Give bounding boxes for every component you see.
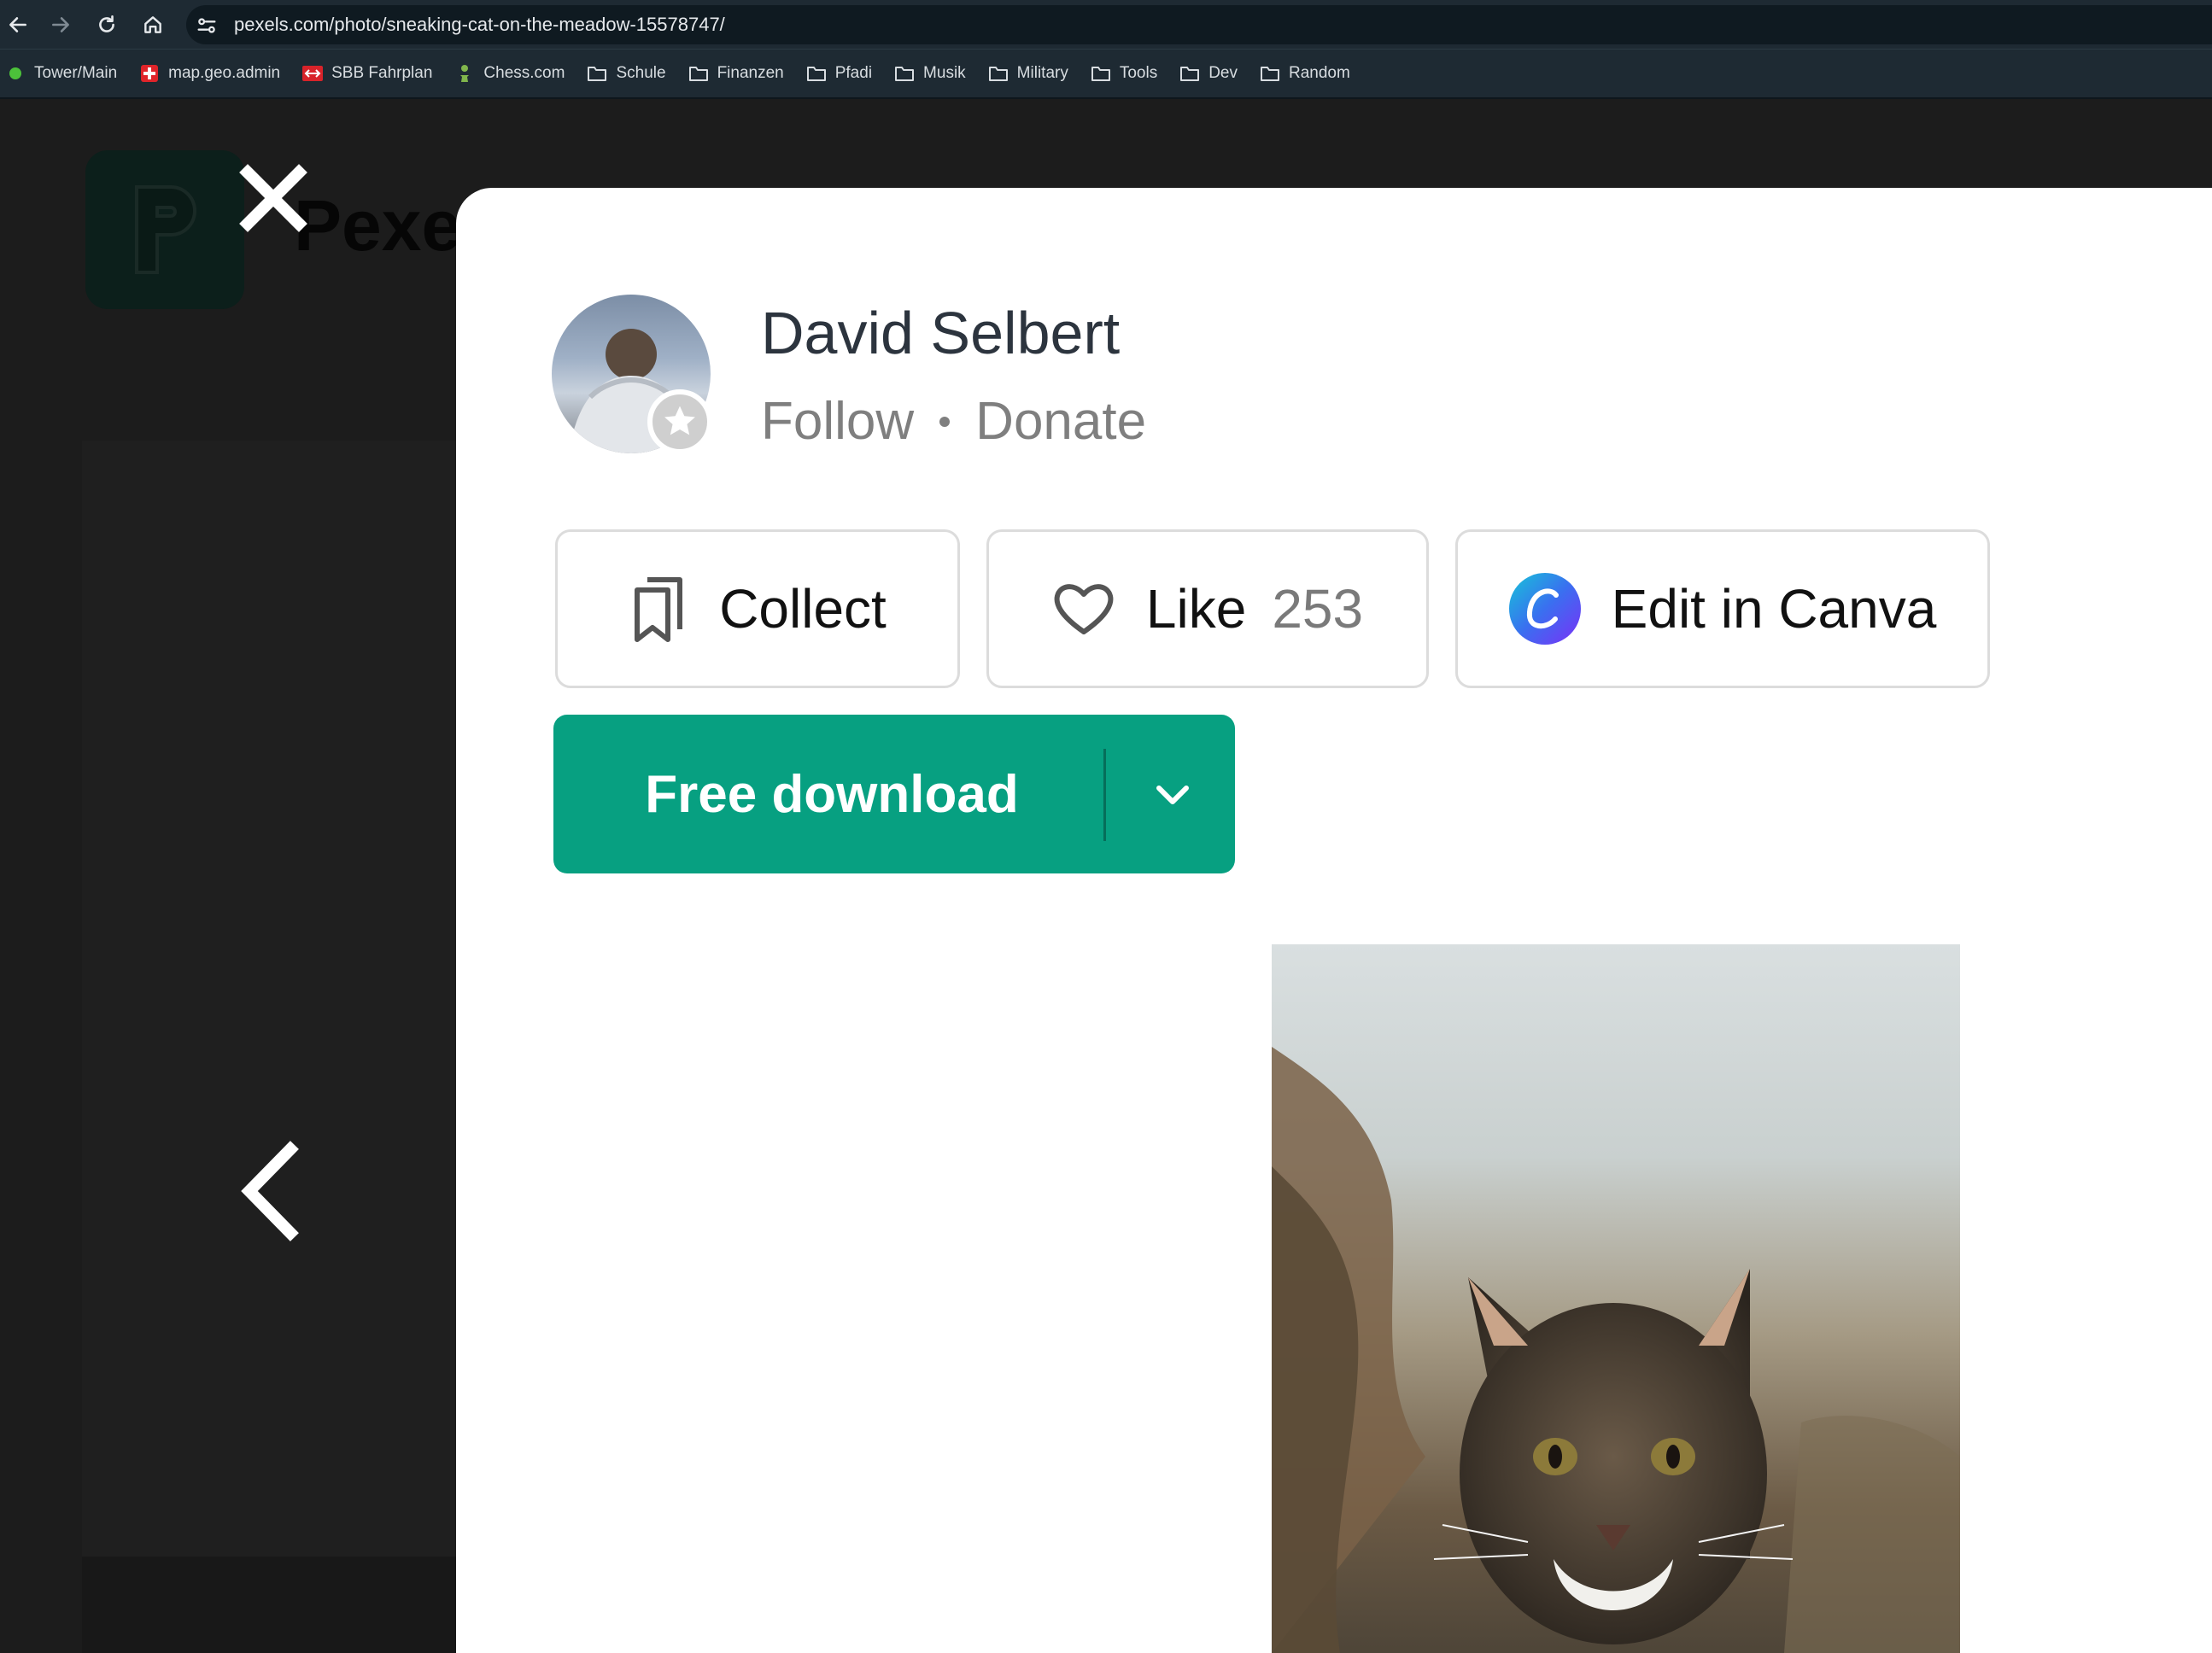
background-photo-area bbox=[82, 441, 458, 1593]
donate-link[interactable]: Donate bbox=[975, 391, 1146, 452]
bookmark-map-geo-admin[interactable]: map.geo.admin bbox=[139, 56, 280, 91]
bookmark-sbb-fahrplan[interactable]: SBB Fahrplan bbox=[302, 56, 432, 91]
collect-label: Collect bbox=[719, 578, 887, 640]
sbb-icon bbox=[302, 63, 324, 84]
arrow-right-icon bbox=[52, 17, 69, 32]
folder-icon bbox=[988, 63, 1009, 84]
pexels-wordmark: Pexe bbox=[294, 185, 462, 266]
free-download-button[interactable]: Free download bbox=[553, 715, 1235, 873]
bookmark-folder-pfadi[interactable]: Pfadi bbox=[806, 56, 872, 91]
previous-photo-button[interactable] bbox=[224, 1136, 309, 1247]
separator-dot bbox=[939, 416, 951, 427]
chess-pawn-icon bbox=[454, 63, 475, 84]
canva-logo-icon bbox=[1508, 573, 1581, 645]
folder-icon bbox=[894, 63, 915, 84]
canva-label: Edit in Canva bbox=[1611, 578, 1937, 640]
bookmark-folder-tools[interactable]: Tools bbox=[1091, 56, 1157, 91]
address-bar[interactable]: pexels.com/photo/sneaking-cat-on-the-mea… bbox=[186, 5, 2212, 44]
heart-icon bbox=[1054, 584, 1114, 634]
bookmarks-bar: Tower/Main map.geo.admin SBB Fahrplan Ch… bbox=[0, 50, 2212, 99]
follow-link[interactable]: Follow bbox=[761, 391, 914, 452]
close-icon bbox=[239, 164, 307, 232]
background-bottom-strip bbox=[82, 1557, 458, 1653]
main-photo[interactable] bbox=[1272, 944, 1960, 1653]
back-button[interactable] bbox=[2, 9, 34, 41]
like-label: Like bbox=[1145, 578, 1247, 640]
bookmark-folder-dev[interactable]: Dev bbox=[1179, 56, 1238, 91]
bookmark-icon bbox=[635, 577, 683, 642]
download-options-button[interactable] bbox=[1110, 715, 1235, 873]
pexels-p-icon bbox=[135, 185, 196, 274]
url-text[interactable]: pexels.com/photo/sneaking-cat-on-the-mea… bbox=[234, 14, 725, 36]
swiss-cross-icon bbox=[139, 63, 160, 84]
reload-button[interactable] bbox=[91, 9, 123, 41]
chevron-down-icon bbox=[1156, 786, 1189, 804]
cat-photo-image bbox=[1272, 1047, 1960, 1653]
bookmark-folder-musik[interactable]: Musik bbox=[894, 56, 966, 91]
edit-in-canva-button[interactable]: Edit in Canva bbox=[1455, 529, 1990, 688]
photo-modal: David Selbert Follow Donate Collect Like… bbox=[456, 188, 2212, 1653]
folder-icon bbox=[1179, 63, 1200, 84]
bookmark-folder-finanzen[interactable]: Finanzen bbox=[688, 56, 784, 91]
reload-icon bbox=[99, 15, 114, 32]
star-icon bbox=[664, 406, 695, 435]
like-count: 253 bbox=[1272, 578, 1364, 640]
bookmark-chess-com[interactable]: Chess.com bbox=[454, 56, 565, 91]
home-button[interactable] bbox=[137, 9, 169, 41]
verified-badge bbox=[647, 389, 712, 454]
folder-icon bbox=[1091, 63, 1111, 84]
folder-icon bbox=[688, 63, 709, 84]
bookmark-folder-schule[interactable]: Schule bbox=[587, 56, 666, 91]
author-actions: Follow Donate bbox=[761, 391, 1146, 452]
folder-icon bbox=[1260, 63, 1280, 84]
like-button[interactable]: Like 253 bbox=[986, 529, 1429, 688]
download-divider bbox=[1103, 749, 1106, 841]
folder-icon bbox=[806, 63, 827, 84]
bookmark-tower-main[interactable]: Tower/Main bbox=[5, 56, 117, 91]
bookmark-folder-military[interactable]: Military bbox=[988, 56, 1068, 91]
home-icon bbox=[144, 16, 161, 33]
collect-button[interactable]: Collect bbox=[555, 529, 960, 688]
forward-button[interactable] bbox=[44, 9, 77, 41]
folder-icon bbox=[587, 63, 607, 84]
author-name[interactable]: David Selbert bbox=[761, 299, 1120, 367]
green-dot-icon bbox=[5, 63, 26, 84]
arrow-left-icon bbox=[9, 17, 26, 32]
chevron-left-icon bbox=[241, 1141, 299, 1241]
browser-toolbar: pexels.com/photo/sneaking-cat-on-the-mea… bbox=[0, 0, 2212, 50]
bookmark-folder-random[interactable]: Random bbox=[1260, 56, 1350, 91]
site-settings-icon[interactable] bbox=[195, 14, 219, 38]
pexels-logo[interactable] bbox=[85, 150, 244, 309]
close-modal-button[interactable] bbox=[231, 155, 316, 241]
download-label: Free download bbox=[645, 764, 1019, 824]
